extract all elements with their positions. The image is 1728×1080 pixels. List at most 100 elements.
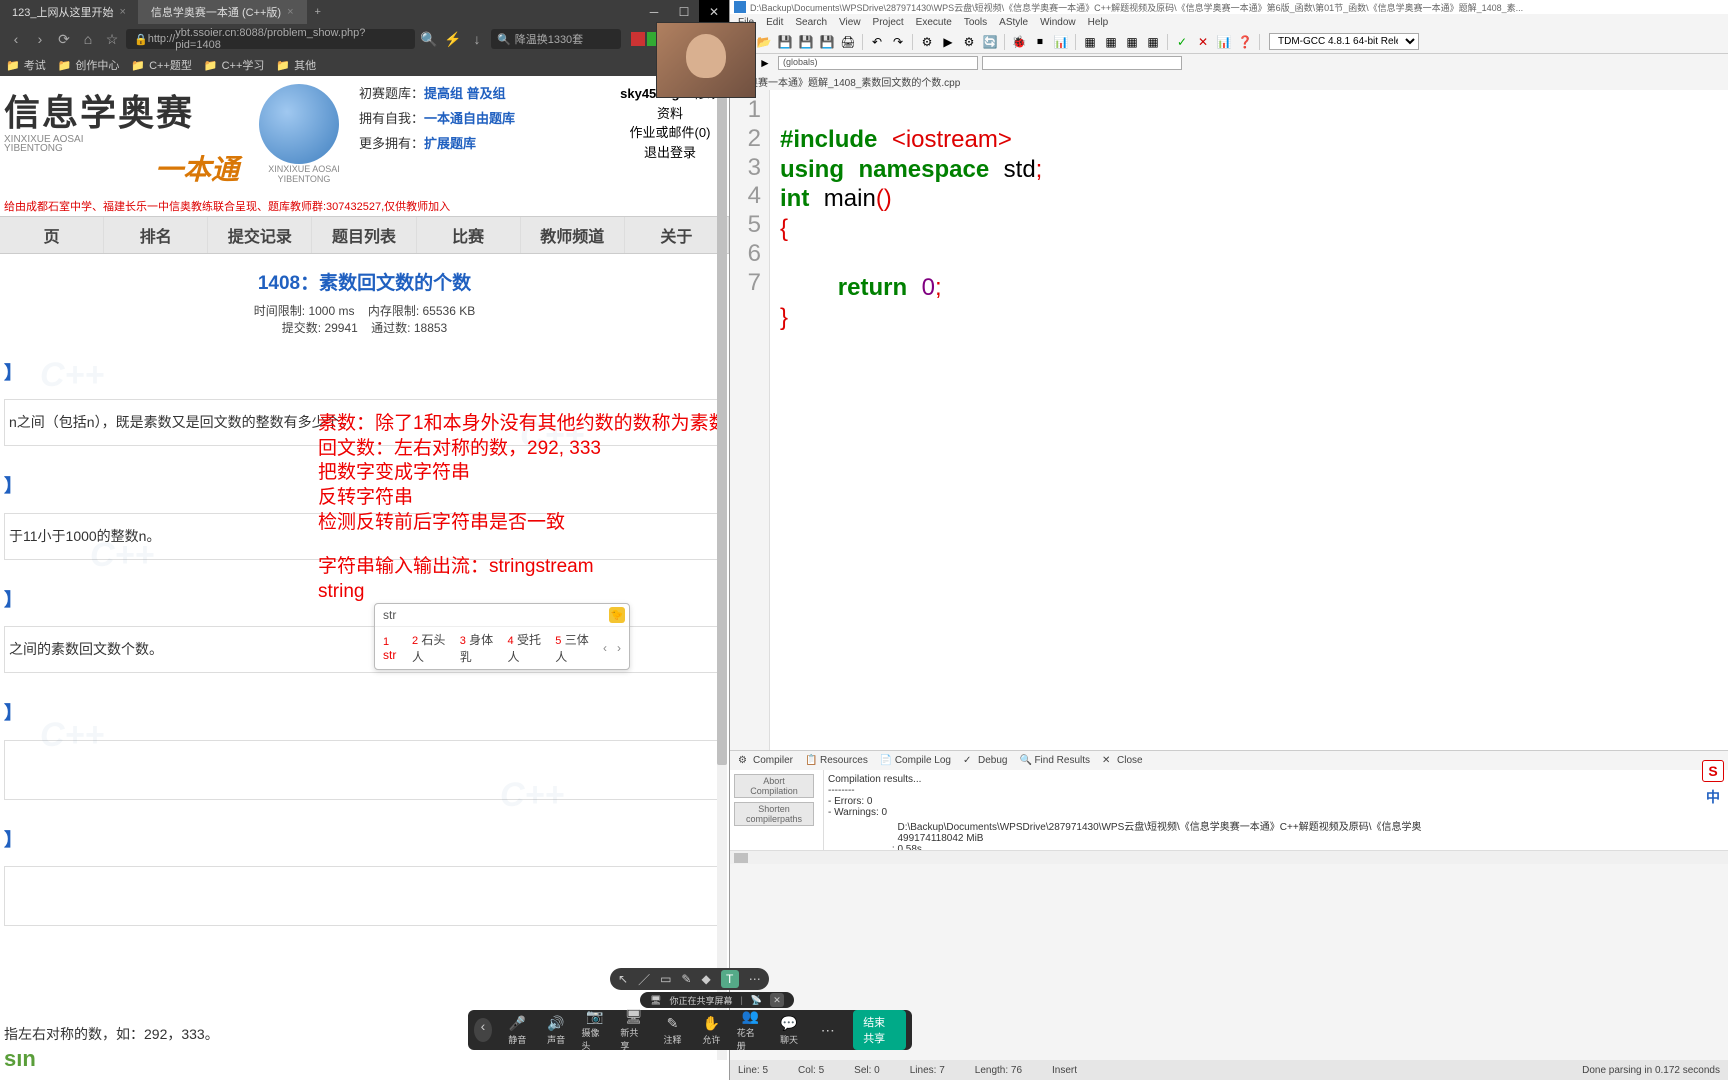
webcam-feed[interactable] — [656, 22, 756, 98]
search-input[interactable]: 🔍降温换1330套 — [491, 29, 621, 49]
browser-tab-2[interactable]: 信息学奥赛一本通 (C++版)× — [139, 0, 307, 24]
mute-button[interactable]: 🎤静音 — [504, 1015, 531, 1046]
more-icon[interactable]: ⋯ — [749, 972, 761, 986]
scroll-thumb[interactable] — [734, 853, 748, 863]
new-class-icon[interactable]: ▦ — [1081, 33, 1099, 51]
line-icon[interactable]: ／ — [638, 971, 650, 988]
pen-icon[interactable]: ✎ — [681, 972, 691, 986]
menu-view[interactable]: View — [839, 17, 861, 28]
menu-help[interactable]: Help — [1088, 17, 1109, 28]
menu-search[interactable]: Search — [795, 17, 827, 28]
back-icon[interactable]: ‹ — [6, 31, 26, 47]
ext-icon-1[interactable] — [631, 32, 645, 46]
collapse-button[interactable]: ‹ — [474, 1018, 492, 1042]
chart-icon[interactable]: 📊 — [1215, 33, 1233, 51]
url-input[interactable]: 🔒 http://ybt.ssoier.cn:8088/problem_show… — [126, 29, 415, 49]
menu-window[interactable]: Window — [1040, 17, 1076, 28]
menu-astyle[interactable]: AStyle — [999, 17, 1028, 28]
tab-close[interactable]: ✕Close — [1102, 755, 1143, 767]
undo-icon[interactable]: ↶ — [868, 33, 886, 51]
nav-fwd-icon[interactable]: ► — [756, 54, 774, 72]
nav-submit[interactable]: 提交记录 — [208, 217, 312, 253]
bookmark-item[interactable]: 📁考试 — [6, 57, 46, 73]
new-share-button[interactable]: 🖥新共享 — [620, 1008, 647, 1052]
goto-icon[interactable]: ▦ — [1144, 33, 1162, 51]
insert-icon[interactable]: ▦ — [1102, 33, 1120, 51]
end-share-button[interactable]: 结束共享 — [853, 1010, 906, 1050]
text-icon[interactable]: T — [721, 970, 739, 988]
new-tab-button[interactable]: + — [307, 6, 329, 18]
ime-prev-icon[interactable]: ‹ — [603, 641, 607, 655]
cn-mode-icon[interactable]: 中 — [1702, 786, 1724, 808]
close-button[interactable]: ✕ — [699, 0, 729, 24]
stop-share-icon[interactable]: ✕ — [770, 993, 784, 1007]
flash-icon[interactable]: ⚡ — [443, 31, 463, 48]
annotate-button[interactable]: ✎注释 — [659, 1015, 686, 1046]
scroll-thumb[interactable] — [717, 76, 727, 765]
code-text[interactable]: #include <iostream> using namespace std;… — [770, 90, 1728, 750]
tab-resources[interactable]: 📋Resources — [805, 755, 868, 767]
ime-candidate[interactable]: str — [383, 648, 396, 662]
minimize-button[interactable]: ─ — [639, 0, 669, 24]
ime-next-icon[interactable]: › — [617, 641, 621, 655]
scope-select[interactable]: (globals) — [778, 56, 978, 70]
meeting-toolbar[interactable]: ‹ 🎤静音 🔊声音 📷摄像头 🖥新共享 ✎注释 ✋允许 👥花名册 💬聊天 ⋯ 结… — [468, 1010, 912, 1050]
home-icon[interactable]: ⌂ — [78, 31, 98, 47]
save-icon[interactable]: 💾 — [776, 33, 794, 51]
shorten-paths-button[interactable]: Shorten compilerpaths — [734, 802, 814, 826]
more-button[interactable]: ⋯ — [814, 1022, 841, 1039]
compile-run-icon[interactable]: ⚙ — [960, 33, 978, 51]
tab-find-results[interactable]: 🔍Find Results — [1019, 755, 1090, 767]
link-value[interactable]: 一本通自由题库 — [424, 111, 515, 126]
redo-icon[interactable]: ↷ — [889, 33, 907, 51]
cursor-icon[interactable]: ↖ — [618, 972, 628, 986]
nav-rank[interactable]: 排名 — [104, 217, 208, 253]
print-icon[interactable]: 🖨 — [839, 33, 857, 51]
help-icon[interactable]: ❓ — [1236, 33, 1254, 51]
x-icon[interactable]: ✕ — [1194, 33, 1212, 51]
nav-teacher[interactable]: 教师频道 — [521, 217, 625, 253]
code-editor[interactable]: 1234567 #include <iostream> using namesp… — [730, 90, 1728, 750]
reload-icon[interactable]: ⟳ — [54, 31, 74, 48]
allow-button[interactable]: ✋允许 — [698, 1015, 725, 1046]
nav-contest[interactable]: 比赛 — [417, 217, 521, 253]
ime-popup[interactable]: str🐤 1 str 2 石头人 3 身体乳 4 受托人 5 三体人 ‹ › — [374, 603, 630, 670]
horizontal-scrollbar[interactable] — [730, 850, 1728, 864]
forward-icon[interactable]: › — [30, 31, 50, 47]
check-icon[interactable]: ✓ — [1173, 33, 1191, 51]
nav-problems[interactable]: 题目列表 — [312, 217, 416, 253]
member-select[interactable] — [982, 56, 1182, 70]
tab-compiler[interactable]: ⚙Compiler — [738, 755, 793, 767]
save-all-icon[interactable]: 💾 — [797, 33, 815, 51]
chat-button[interactable]: 💬聊天 — [776, 1015, 803, 1046]
logout-link[interactable]: 退出登录 — [615, 143, 725, 163]
zoom-icon[interactable]: 🔍 — [419, 31, 439, 48]
link-value[interactable]: 提高组 普及组 — [424, 86, 506, 101]
sogou-icon[interactable]: S — [1702, 760, 1724, 782]
compile-icon[interactable]: ⚙ — [918, 33, 936, 51]
close-icon[interactable]: × — [119, 6, 125, 18]
abort-button[interactable]: Abort Compilation — [734, 774, 814, 798]
highlight-icon[interactable]: ◆ — [701, 972, 710, 986]
roster-button[interactable]: 👥花名册 — [737, 1008, 764, 1052]
tab-compile-log[interactable]: 📄Compile Log — [880, 755, 951, 767]
sound-button[interactable]: 🔊声音 — [543, 1015, 570, 1046]
star-icon[interactable]: ☆ — [102, 31, 122, 48]
bookmark-icon[interactable]: ▦ — [1123, 33, 1141, 51]
menu-edit[interactable]: Edit — [766, 17, 783, 28]
bookmark-item[interactable]: 📁其他 — [276, 57, 316, 73]
debug-icon[interactable]: 🐞 — [1010, 33, 1028, 51]
rect-icon[interactable]: ▭ — [660, 972, 671, 986]
bookmark-item[interactable]: 📁C++题型 — [131, 57, 192, 73]
maximize-button[interactable]: ☐ — [669, 0, 699, 24]
nav-home[interactable]: 页 — [0, 217, 104, 253]
homework-link[interactable]: 作业或邮件(0) — [615, 123, 725, 143]
vertical-scrollbar[interactable] — [717, 76, 727, 1060]
save-as-icon[interactable]: 💾 — [818, 33, 836, 51]
download-icon[interactable]: ↓ — [467, 31, 487, 47]
annotation-toolbar[interactable]: ↖ ／ ▭ ✎ ◆ T ⋯ — [610, 968, 769, 990]
stop-icon[interactable]: ⏹ — [1031, 33, 1049, 51]
compiler-select[interactable]: TDM-GCC 4.8.1 64-bit Release — [1269, 33, 1419, 50]
menu-project[interactable]: Project — [873, 17, 904, 28]
link-value[interactable]: 扩展题库 — [424, 136, 476, 151]
